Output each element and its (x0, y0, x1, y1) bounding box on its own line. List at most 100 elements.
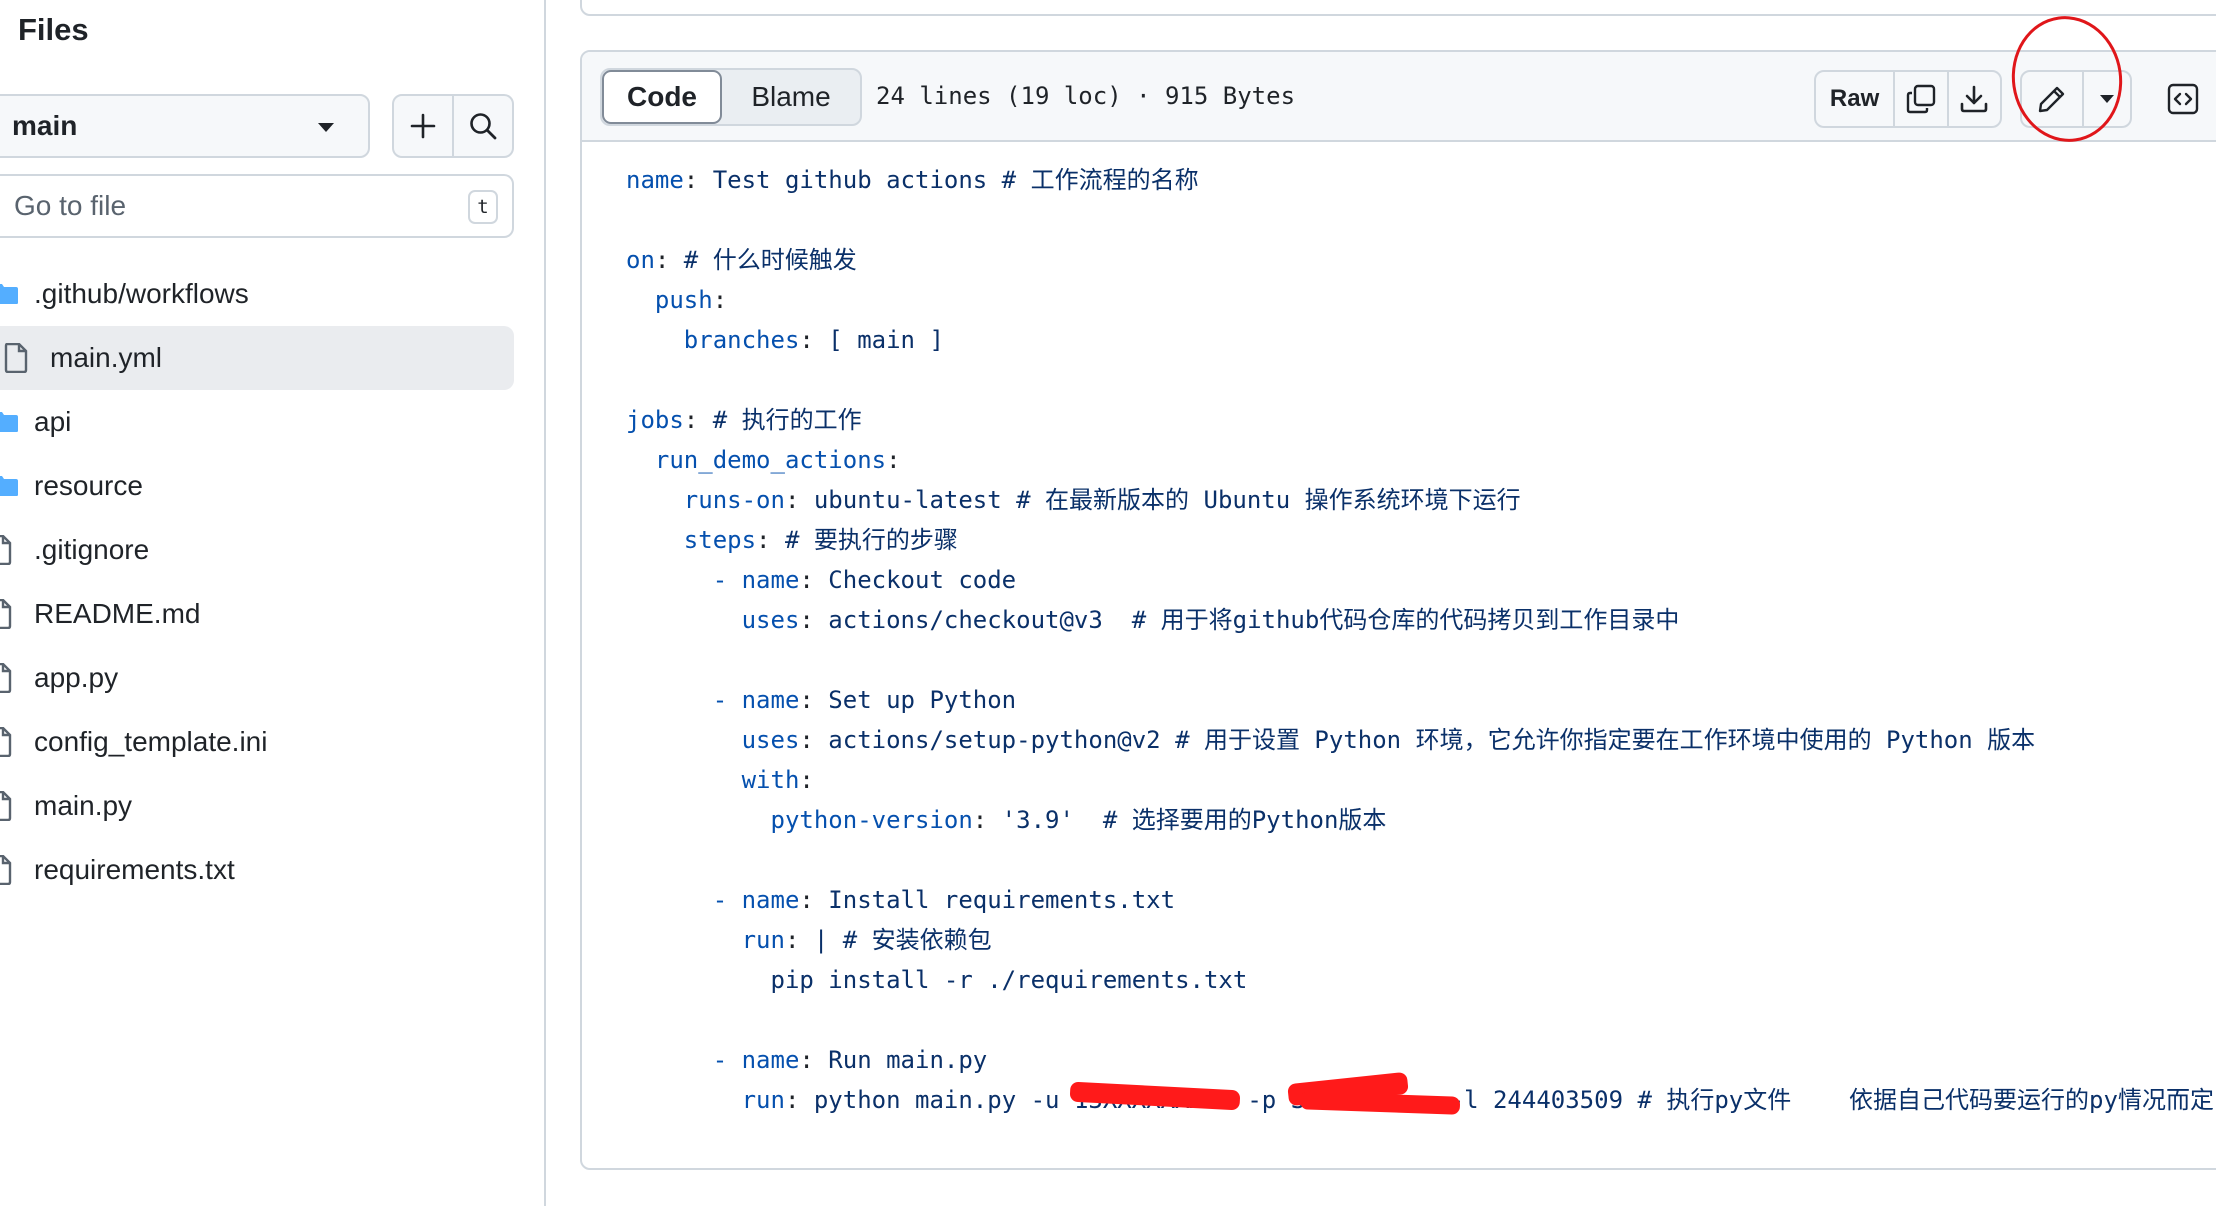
download-button[interactable] (1946, 72, 2000, 126)
code-line: jobs: # 执行的工作 (626, 400, 2214, 440)
raw-button[interactable]: Raw (1816, 72, 1893, 126)
tree-item-gitignore[interactable]: .gitignore (0, 518, 514, 582)
tree-item-api[interactable]: api (0, 390, 514, 454)
code-line: with: (626, 760, 2214, 800)
yaml-colon: : (784, 926, 800, 954)
yaml-colon: : (683, 406, 699, 434)
code-line: - name: Checkout code (626, 560, 2214, 600)
yaml-colon: : (799, 606, 814, 634)
tree-item-label: app.py (34, 662, 119, 693)
add-file-button[interactable] (394, 96, 452, 156)
file-icon (0, 599, 12, 629)
yaml-value: Checkout code (813, 566, 1017, 594)
yaml-key: push (626, 286, 713, 314)
yaml-colon: : (654, 246, 670, 274)
yaml-colon: : (712, 286, 728, 314)
code-line: run: | # 安装依赖包 (626, 920, 2214, 960)
list-dash: - (626, 686, 742, 714)
code-line: steps: # 要执行的步骤 (626, 520, 2214, 560)
yaml-colon: : (799, 566, 814, 594)
code-line: uses: actions/checkout@v3 # 用于将github代码仓… (626, 600, 2214, 640)
code-line: runs-on: ubuntu-latest # 在最新版本的 Ubuntu 操… (626, 480, 2214, 520)
sidebar-actions (392, 94, 514, 158)
plus-icon (410, 113, 436, 139)
tree-item-label: .github/workflows (34, 278, 249, 309)
list-dash: - (626, 886, 742, 914)
yaml-key: run (626, 926, 785, 954)
yaml-value: [ main ] (813, 326, 944, 354)
yaml-key: run_demo_actions (626, 446, 887, 474)
caret-down-icon (318, 123, 334, 132)
tab-code[interactable]: Code (602, 70, 722, 124)
file-tree: .github/workflows main.yml api resource … (0, 262, 514, 902)
yaml-colon: : (799, 686, 814, 714)
yaml-value: ubuntu-latest # 在最新版本的 Ubuntu 操作系统环境下运行 (799, 486, 1521, 514)
yaml-key: branches (626, 326, 800, 354)
yaml-colon: : (756, 526, 771, 554)
tree-item-readme[interactable]: README.md (0, 582, 514, 646)
file-header: Code Blame 24 lines (19 loc) · 915 Bytes… (582, 52, 2216, 142)
go-to-file-input[interactable]: Go to file t (0, 174, 514, 238)
yaml-colon: : (799, 326, 814, 354)
tree-item-requirements[interactable]: requirements.txt (0, 838, 514, 902)
code-content: name: Test github actions # 工作流程的名称 on: #… (626, 160, 2214, 1120)
download-icon (1960, 85, 1988, 113)
tree-item-label: api (34, 406, 72, 437)
yaml-value: actions/checkout@v3 # 用于将github代码仓库的代码拷贝… (813, 606, 1680, 634)
yaml-key: name (741, 686, 800, 714)
code-line: - name: Run main.py (626, 1040, 2214, 1080)
file-icon (4, 343, 28, 373)
code-line: pip install -r ./requirements.txt (626, 960, 2214, 1000)
tree-item-github-workflows[interactable]: .github/workflows (0, 262, 514, 326)
tree-item-main-yml[interactable]: main.yml (0, 326, 514, 390)
code-line: - name: Install requirements.txt (626, 880, 2214, 920)
yaml-colon: : (683, 166, 699, 194)
file-meta-info: 24 lines (19 loc) · 915 Bytes (876, 82, 1296, 110)
yaml-value: Set up Python (813, 686, 1017, 714)
symbols-panel-button[interactable] (2154, 70, 2212, 128)
tree-item-label: config_template.ini (34, 726, 268, 757)
file-icon (0, 791, 12, 821)
copy-raw-button[interactable] (1893, 72, 1946, 126)
yaml-colon: : (799, 1046, 814, 1074)
yaml-value: actions/setup-python@v2 # 用于设置 Python 环境… (813, 726, 2036, 754)
yaml-key: runs-on (626, 486, 785, 514)
yaml-key: name (741, 566, 800, 594)
tree-item-main-py[interactable]: main.py (0, 774, 514, 838)
branch-selector[interactable]: main (0, 94, 370, 158)
code-line: on: # 什么时候触发 (626, 240, 2214, 280)
search-files-button[interactable] (452, 96, 512, 156)
yaml-key: with (626, 766, 800, 794)
tree-item-config-template[interactable]: config_template.ini (0, 710, 514, 774)
yaml-value: # 什么时候触发 (669, 246, 857, 274)
previous-panel-edge (580, 0, 2216, 16)
sidebar-title: Files (18, 12, 89, 47)
yaml-colon: : (784, 1086, 800, 1114)
yaml-value: '3.9' # 选择要用的Python版本 (987, 806, 1387, 834)
tab-blame[interactable]: Blame (722, 70, 860, 124)
go-to-file-placeholder: Go to file (14, 190, 127, 221)
list-dash: - (626, 566, 742, 594)
yaml-value: Test github actions # 工作流程的名称 (698, 166, 1199, 194)
yaml-key: jobs (626, 406, 684, 434)
code-square-icon (2167, 83, 2199, 115)
code-line: python-version: '3.9' # 选择要用的Python版本 (626, 800, 2214, 840)
tree-item-label: requirements.txt (34, 854, 235, 885)
file-tree-sidebar: Files main Go to file t .github/workflow… (0, 0, 546, 1206)
tree-item-label: main.py (34, 790, 133, 821)
tree-item-resource[interactable]: resource (0, 454, 514, 518)
code-line: name: Test github actions # 工作流程的名称 (626, 160, 2214, 200)
folder-icon (0, 412, 18, 432)
yaml-key: steps (626, 526, 757, 554)
yaml-key: name (741, 886, 800, 914)
yaml-key: python-version (626, 806, 973, 834)
folder-icon (0, 284, 18, 304)
yaml-value: | # 安装依赖包 (799, 926, 992, 954)
view-mode-toggle: Code Blame (600, 68, 862, 126)
tree-item-app-py[interactable]: app.py (0, 646, 514, 710)
list-dash: - (626, 1046, 742, 1074)
raw-actions: Raw (1814, 70, 2002, 128)
